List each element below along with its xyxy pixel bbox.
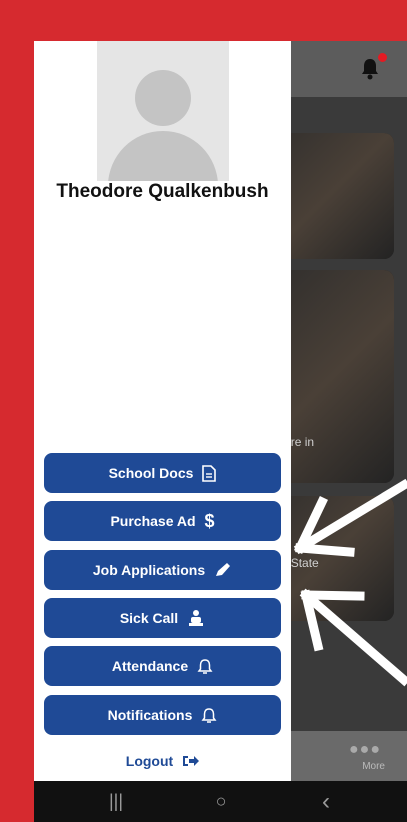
- avatar: [97, 41, 229, 181]
- attendance-label: Attendance: [111, 658, 189, 674]
- notifications-label: Notifications: [107, 707, 193, 723]
- job-applications-button[interactable]: Job Applications: [44, 550, 281, 590]
- attendance-button[interactable]: Attendance: [44, 646, 281, 686]
- user-name: Theodore Qualkenbush: [56, 181, 269, 202]
- document-icon: [202, 464, 217, 482]
- recents-button[interactable]: |||: [86, 781, 146, 822]
- home-button[interactable]: ○: [191, 781, 251, 822]
- purchase-ad-button[interactable]: Purchase Ad $: [44, 501, 281, 541]
- pen-icon: [214, 562, 232, 578]
- bell-icon: [201, 707, 217, 724]
- notifications-button[interactable]: Notifications: [44, 695, 281, 735]
- notification-dot: [378, 53, 387, 62]
- logout-label: Logout: [125, 753, 174, 769]
- navigation-drawer: Theodore Qualkenbush School Docs Purchas…: [34, 41, 291, 781]
- more-icon[interactable]: ●●●: [349, 741, 381, 759]
- logout-button[interactable]: Logout: [34, 753, 291, 769]
- sick-person-icon: [187, 609, 205, 627]
- logout-icon: [181, 754, 200, 768]
- back-button[interactable]: ‹: [296, 781, 356, 822]
- sick-call-label: Sick Call: [119, 610, 179, 626]
- school-docs-label: School Docs: [108, 465, 194, 481]
- sick-call-button[interactable]: Sick Call: [44, 598, 281, 638]
- job-applications-label: Job Applications: [92, 562, 206, 578]
- purchase-ad-label: Purchase Ad: [110, 513, 196, 529]
- school-docs-button[interactable]: School Docs: [44, 453, 281, 493]
- bell-icon: [197, 658, 213, 675]
- more-label[interactable]: More: [362, 761, 385, 772]
- system-nav-bar: ||| ○ ‹: [34, 781, 407, 822]
- dollar-icon: $: [204, 510, 215, 531]
- notification-bell-icon[interactable]: [359, 53, 387, 81]
